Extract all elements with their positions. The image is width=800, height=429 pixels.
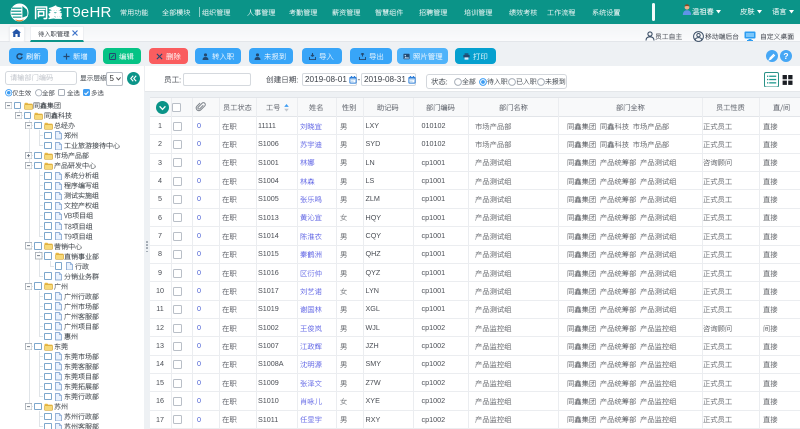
svg-text:?: ? bbox=[783, 51, 788, 61]
